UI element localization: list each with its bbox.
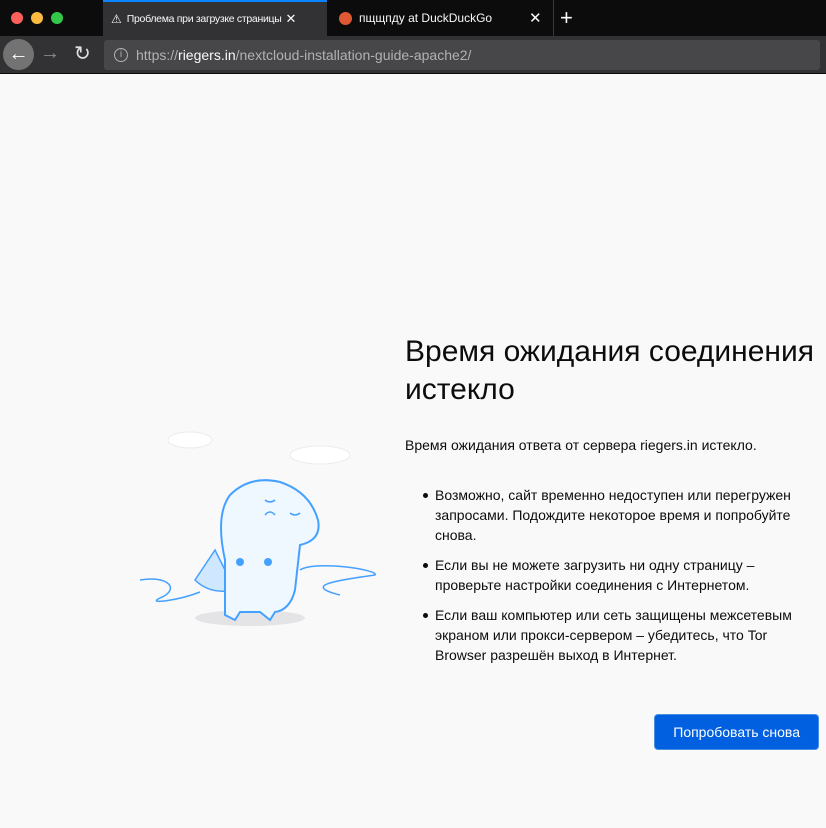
tab-duckduckgo[interactable]: пщщпду at DuckDuckGo ✕ — [327, 0, 554, 36]
retry-button[interactable]: Попробовать снова — [655, 715, 818, 749]
url-host: riegers.in — [178, 47, 236, 63]
tab-title: пщщпду at DuckDuckGo — [359, 11, 493, 25]
list-item: Если ваш компьютер или сеть защищены меж… — [423, 605, 816, 665]
new-tab-button[interactable]: + — [560, 0, 573, 36]
warning-icon: ⚠ — [111, 12, 122, 26]
url-bar[interactable]: i https://riegers.in/nextcloud-installat… — [104, 40, 820, 70]
error-title: Время ожидания соединения истекло — [405, 335, 814, 406]
list-item: Если вы не можете загрузить ни одну стра… — [423, 555, 816, 595]
suggestions-list: Возможно, сайт временно недоступен или п… — [423, 485, 816, 675]
url-scheme: https:// — [136, 47, 179, 63]
maximize-window-button[interactable] — [51, 12, 63, 24]
info-icon[interactable]: i — [114, 48, 128, 62]
close-tab-icon[interactable]: ✕ — [529, 9, 542, 27]
dinosaur-illustration — [140, 431, 376, 626]
tab-error-page[interactable]: ⚠ Проблема при загрузке страницы ✕ — [103, 0, 327, 36]
url-path: /nextcloud-installation-guide-apache2/ — [235, 47, 472, 63]
duckduckgo-icon — [339, 11, 352, 25]
reload-button[interactable]: ↻ — [74, 41, 91, 66]
error-page: Время ожидания соединения истекло Время … — [0, 75, 826, 828]
list-item: Возможно, сайт временно недоступен или п… — [423, 485, 816, 545]
close-window-button[interactable] — [11, 12, 23, 24]
back-button[interactable]: ← — [3, 39, 34, 70]
forward-button[interactable]: → — [40, 42, 60, 65]
tab-bar: ⚠ Проблема при загрузке страницы ✕ пщщпд… — [0, 0, 826, 36]
navigation-bar: ← → ↻ i https://riegers.in/nextcloud-ins… — [0, 36, 826, 74]
close-tab-icon[interactable]: ✕ — [286, 11, 297, 27]
error-description: Время ожидания ответа от сервера riegers… — [405, 437, 757, 453]
minimize-window-button[interactable] — [31, 12, 43, 24]
tab-title: Проблема при загрузке страницы — [126, 13, 282, 25]
